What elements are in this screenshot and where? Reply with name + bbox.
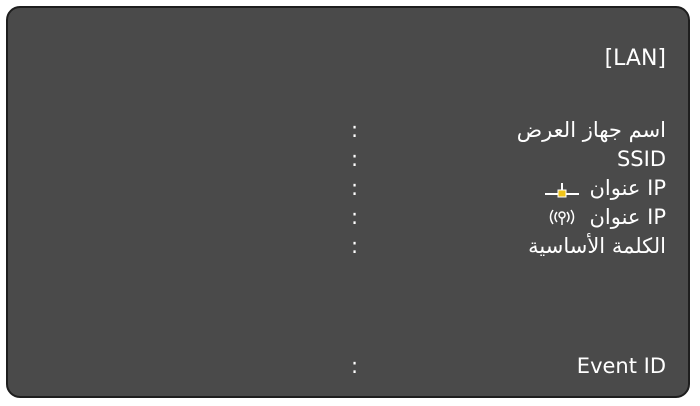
row-ip-wireless: : عنوان IP xyxy=(26,205,666,229)
row-colon: : xyxy=(351,205,359,229)
lan-info-panel: [LAN] : اسم جهاز العرض : SSID : عنوان IP… xyxy=(6,6,690,398)
ip-address-wireless-label: عنوان IP xyxy=(589,205,666,229)
ip-address-wired-label: عنوان IP xyxy=(589,176,666,200)
keyword-label: الكلمة الأساسية xyxy=(528,234,666,258)
ssid-label: SSID xyxy=(616,147,666,171)
row-projector-name: : اسم جهاز العرض xyxy=(26,118,666,142)
row-ip-wired: : عنوان IP xyxy=(26,176,666,200)
row-event-id: : Event ID xyxy=(26,354,666,378)
wired-lan-icon xyxy=(543,177,581,199)
row-keyword: : الكلمة الأساسية xyxy=(26,234,666,258)
row-colon: : xyxy=(351,118,359,142)
event-id-label: Event ID xyxy=(576,354,666,378)
row-ssid: : SSID xyxy=(26,147,666,171)
row-colon: : xyxy=(351,234,359,258)
panel-title: [LAN] xyxy=(604,46,666,71)
row-colon: : xyxy=(351,147,359,171)
row-colon: : xyxy=(351,354,359,378)
row-colon: : xyxy=(351,176,359,200)
wireless-lan-icon xyxy=(543,206,581,228)
projector-name-label: اسم جهاز العرض xyxy=(516,118,666,142)
